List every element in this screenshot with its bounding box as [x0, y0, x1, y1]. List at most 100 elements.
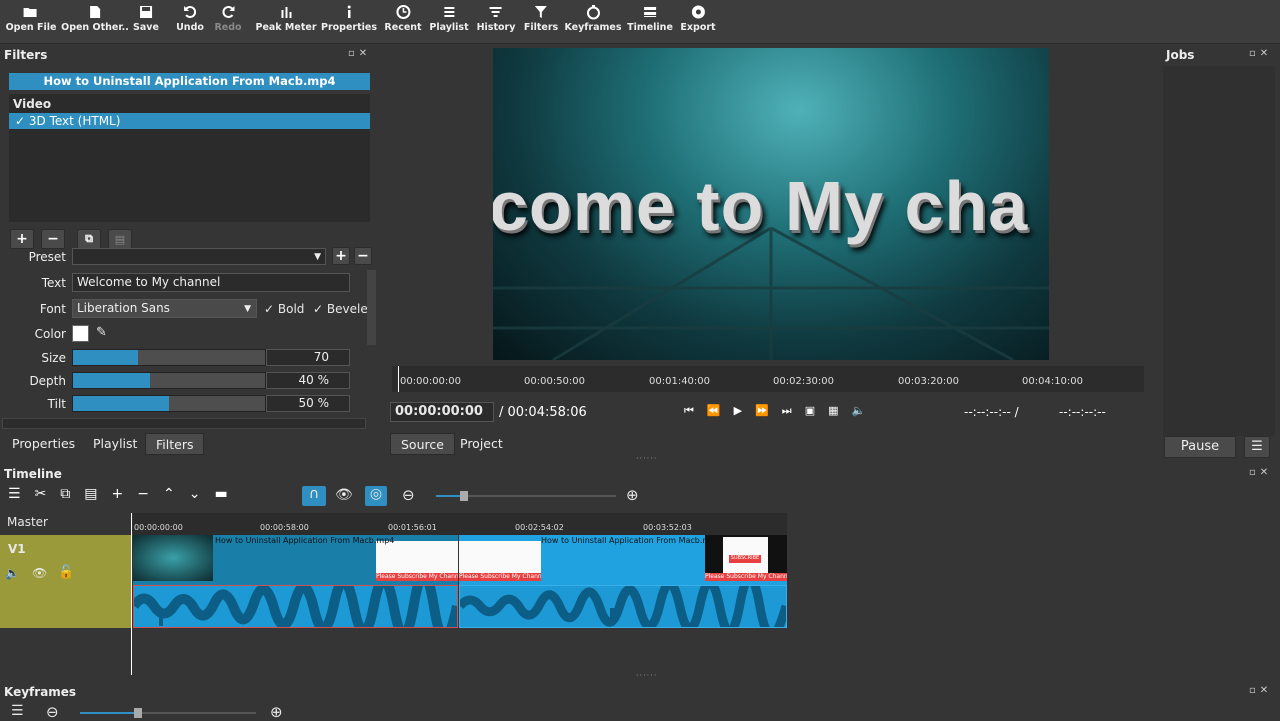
keyframes-zoom-in-icon[interactable]: ⊕ [270, 703, 283, 721]
color-swatch[interactable] [72, 325, 89, 342]
font-combo[interactable]: Liberation Sans ▼ [72, 299, 257, 318]
overwrite-icon[interactable]: ⌄ [189, 486, 215, 502]
mute-icon[interactable]: 🔈 [5, 566, 20, 580]
history-button[interactable]: History [477, 4, 515, 33]
filters-scrollbar[interactable] [367, 270, 376, 345]
jobs-menu-icon[interactable]: ☰ [1244, 436, 1270, 458]
tilt-slider[interactable] [72, 395, 266, 412]
zoom-out-icon[interactable]: ⊖ [402, 486, 415, 504]
timeline-clip-1-video[interactable]: Please Subscribe My Channel How to Unins… [133, 535, 458, 585]
hide-icon[interactable]: 👁 [32, 566, 47, 580]
checkmark-icon[interactable]: ✓ [15, 114, 25, 128]
text-input[interactable]: Welcome to My channel [72, 273, 350, 292]
paste-filter-button[interactable]: ▤ [108, 229, 132, 249]
timeline-ruler[interactable]: 00:00:00:00 00:00:58:00 00:01:56:01 00:0… [133, 513, 787, 535]
zoom-slider[interactable] [436, 491, 616, 501]
funnel-icon [534, 6, 547, 18]
rewind-icon[interactable]: ⏪ [707, 404, 734, 417]
open-file-button[interactable]: Open File [6, 4, 56, 33]
copy-icon[interactable]: ⧉ [60, 486, 84, 502]
skip-end-icon[interactable]: ⏭ [782, 404, 805, 417]
timeline-dock-buttons[interactable]: ▫✕ [1249, 467, 1272, 478]
properties-button[interactable]: Properties [321, 4, 377, 33]
keyframes-zoom-handle[interactable] [134, 708, 142, 718]
keyframes-zoom-fill [80, 712, 136, 714]
fast-forward-icon[interactable]: ⏩ [755, 404, 782, 417]
playlist-button[interactable]: Playlist [429, 4, 469, 33]
play-icon[interactable]: ▶ [734, 404, 755, 417]
peak-meter-button[interactable]: Peak Meter [255, 4, 317, 33]
redo-icon [222, 6, 234, 18]
redo-button[interactable]: Redo [214, 4, 242, 33]
jobs-dock-buttons[interactable]: ▫✕ [1249, 48, 1272, 59]
tab-project[interactable]: Project [450, 433, 513, 455]
bevel-checkbox[interactable]: ✓ Bevele [313, 302, 368, 316]
filters-button[interactable]: Filters [524, 4, 558, 33]
splitter-handle[interactable]: ······ [636, 454, 657, 463]
keyframes-zoom-slider[interactable] [80, 708, 256, 718]
position-timecode[interactable]: 00:00:00:00 [390, 402, 494, 422]
timeline-playhead[interactable] [131, 513, 132, 675]
zoom-in-icon[interactable]: ⊕ [626, 486, 639, 504]
add-filter-button[interactable]: + [10, 229, 34, 249]
zoom-slider-handle[interactable] [460, 491, 468, 501]
zoom-icon[interactable]: ▣ [805, 404, 828, 417]
video-preview[interactable]: come to My cha [493, 48, 1049, 360]
tab-source[interactable]: Source [390, 433, 455, 455]
save-button[interactable]: Save [133, 4, 159, 33]
keyframes-menu-icon[interactable]: ☰ [11, 703, 24, 719]
volume-icon[interactable]: 🔈 [852, 404, 879, 417]
save-preset-button[interactable]: + [332, 247, 350, 265]
tab-filters[interactable]: Filters [145, 433, 205, 455]
tab-properties[interactable]: Properties [2, 433, 85, 455]
bold-checkbox[interactable]: ✓ Bold [264, 302, 304, 316]
remove-filter-button[interactable]: − [41, 229, 65, 249]
tilt-spinbox[interactable]: 50 % [266, 395, 350, 412]
menu-icon[interactable]: ☰ [8, 486, 35, 502]
timeline-clip-1-audio[interactable] [129, 570, 462, 643]
lock-icon[interactable]: 🔓 [58, 565, 74, 580]
main-toolbar: Open File Open Other.. Save Undo Redo Pe… [0, 0, 1280, 44]
recent-button[interactable]: Recent [384, 4, 422, 33]
tab-playlist[interactable]: Playlist [83, 433, 147, 455]
depth-spinbox[interactable]: 40 % [266, 372, 350, 389]
splitter-handle[interactable]: ······ [636, 671, 657, 680]
ripple-icon[interactable]: ◎ [365, 486, 387, 506]
keyframes-dock-buttons[interactable]: ▫✕ [1249, 685, 1272, 696]
eyedropper-icon[interactable]: ✎ [96, 325, 107, 340]
playhead[interactable] [398, 366, 399, 392]
ruler-tick: 00:04:10:00 [1022, 376, 1084, 387]
lift-icon[interactable]: ⌃ [163, 486, 189, 502]
snap-icon[interactable]: ∩ [302, 486, 326, 506]
open-other-button[interactable]: Open Other.. [61, 4, 129, 33]
depth-slider[interactable] [72, 372, 266, 389]
audio-waveform [456, 573, 791, 640]
paste-icon[interactable]: ▤ [84, 486, 111, 502]
skip-start-icon[interactable]: ⏮ [684, 404, 707, 417]
export-button[interactable]: Export [680, 4, 716, 33]
timeline-clip-2-video[interactable]: Please Subscribe My Channel How to Unins… [459, 535, 787, 585]
filters-hscrollbar[interactable] [2, 418, 366, 429]
preset-combo[interactable]: ▼ [72, 248, 326, 265]
grid-icon[interactable]: ▦ [828, 404, 851, 417]
timeline-clip-2-audio[interactable] [456, 573, 791, 640]
undo-button[interactable]: Undo [176, 4, 204, 33]
remove-icon[interactable]: − [137, 486, 163, 502]
scrub-icon[interactable]: 👁 [335, 487, 353, 503]
timeline-button[interactable]: Timeline [627, 4, 673, 33]
filters-dock-buttons[interactable]: ▫✕ [348, 48, 371, 59]
v1-track-header[interactable]: V1 🔈 👁 🔓 [0, 535, 131, 628]
player-ruler[interactable]: 00:00:00:00 00:00:50:00 00:01:40:00 00:0… [392, 366, 1144, 392]
size-spinbox[interactable]: 70 [266, 349, 350, 366]
delete-preset-button[interactable]: − [354, 247, 372, 265]
cut-icon[interactable]: ✂ [35, 486, 61, 502]
size-slider[interactable] [72, 349, 266, 366]
copy-filter-button[interactable]: ⧉ [77, 229, 101, 249]
split-icon[interactable]: ▬ [214, 486, 241, 502]
filter-item-3d-text[interactable]: ✓ 3D Text (HTML) [9, 113, 370, 129]
append-icon[interactable]: + [112, 486, 138, 502]
filter-list: Video ✓ 3D Text (HTML) [9, 94, 370, 222]
keyframes-zoom-out-icon[interactable]: ⊖ [46, 703, 59, 721]
keyframes-button[interactable]: Keyframes [564, 4, 622, 33]
pause-button[interactable]: Pause [1164, 436, 1236, 458]
